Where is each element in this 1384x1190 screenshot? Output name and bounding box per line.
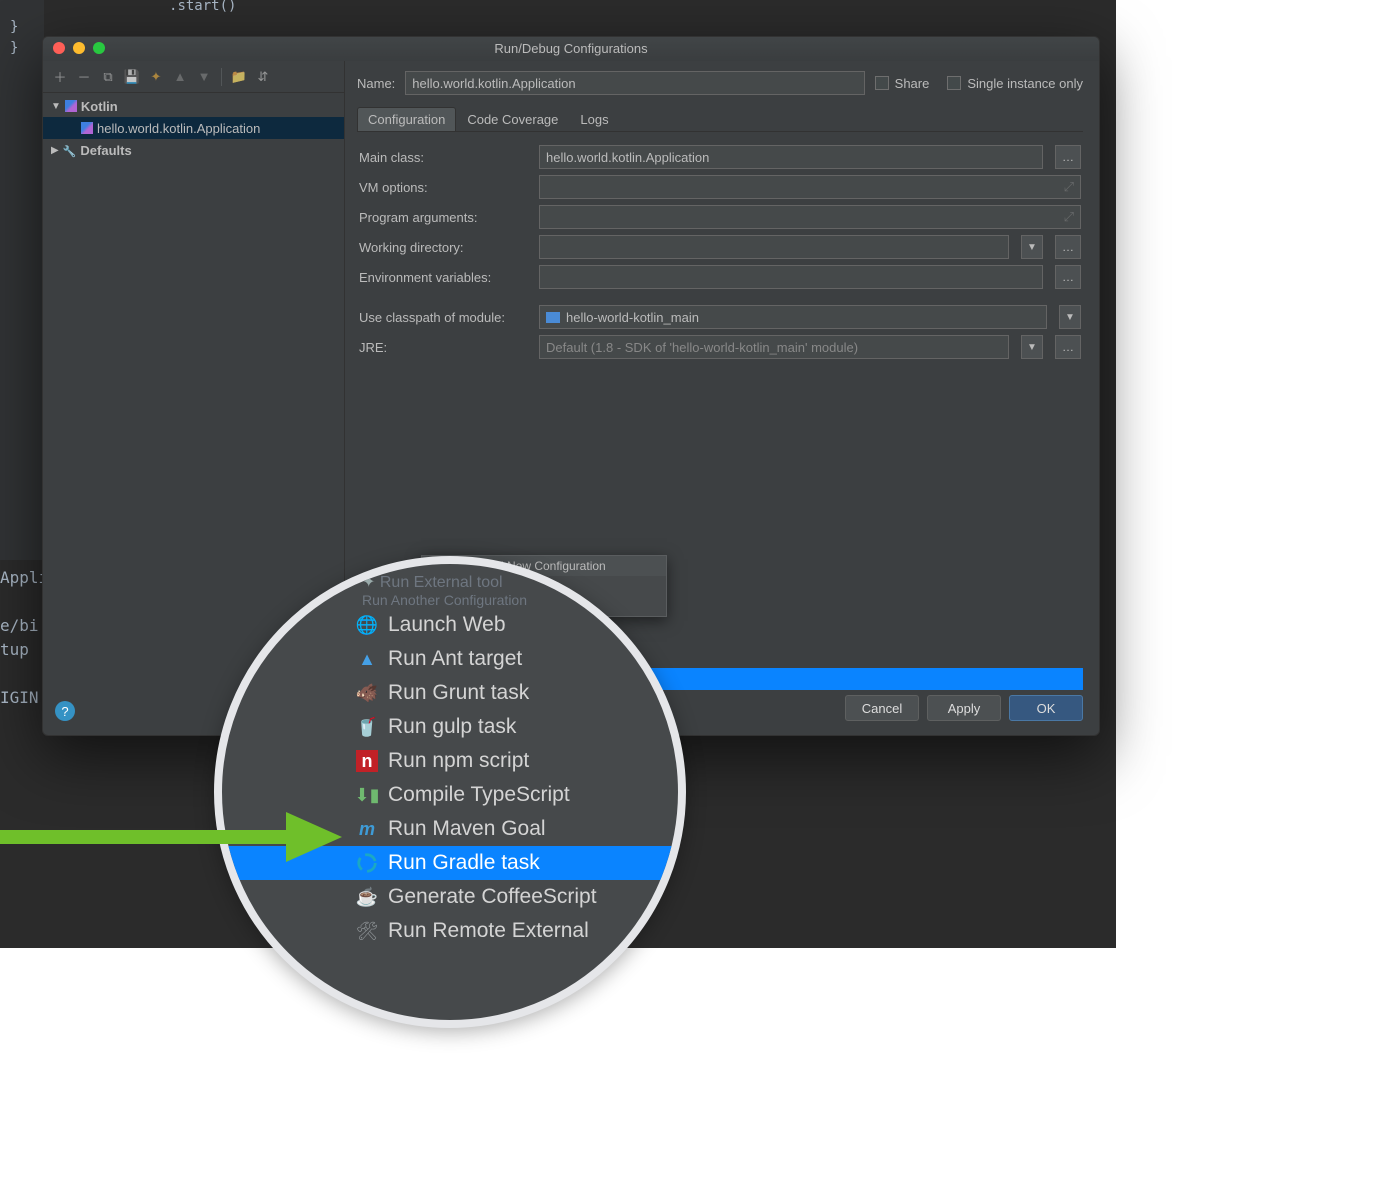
folder-icon[interactable]: 📁 bbox=[230, 68, 248, 86]
share-checkbox[interactable]: Share bbox=[875, 76, 930, 91]
main-class-input[interactable]: hello.world.kotlin.Application bbox=[539, 145, 1043, 169]
window-controls bbox=[53, 42, 105, 54]
tabs: Configuration Code Coverage Logs bbox=[357, 107, 1083, 132]
tab-code-coverage[interactable]: Code Coverage bbox=[456, 107, 569, 131]
dropdown-button[interactable]: ▼ bbox=[1021, 335, 1043, 359]
tree-item-application[interactable]: hello.world.kotlin.Application bbox=[43, 117, 344, 139]
tab-logs[interactable]: Logs bbox=[569, 107, 619, 131]
chevron-down-icon: ▼ bbox=[51, 101, 61, 112]
jre-select[interactable]: Default (1.8 - SDK of 'hello-world-kotli… bbox=[539, 335, 1009, 359]
editor-gutter bbox=[0, 0, 44, 560]
dropdown-button[interactable]: ▼ bbox=[1059, 305, 1081, 329]
expand-icon[interactable]: ⤢ bbox=[1064, 179, 1074, 195]
single-instance-checkbox[interactable]: Single instance only bbox=[947, 76, 1083, 91]
vm-options-label: VM options: bbox=[359, 180, 527, 195]
copy-icon[interactable]: ⧉ bbox=[99, 68, 117, 86]
name-input[interactable] bbox=[405, 71, 864, 95]
add-icon[interactable]: ＋ bbox=[51, 68, 69, 86]
tree-defaults-group[interactable]: ▶ Defaults bbox=[43, 139, 344, 161]
tab-configuration[interactable]: Configuration bbox=[357, 107, 456, 131]
module-icon bbox=[546, 312, 560, 323]
kotlin-icon bbox=[65, 100, 77, 112]
maximize-icon[interactable] bbox=[93, 42, 105, 54]
lens-item-ts[interactable]: ⬇▮Compile TypeScript bbox=[222, 778, 678, 812]
tree-group-label: Kotlin bbox=[81, 99, 118, 114]
tree-item-label: hello.world.kotlin.Application bbox=[97, 121, 260, 136]
cancel-button[interactable]: Cancel bbox=[845, 695, 919, 721]
ok-button[interactable]: OK bbox=[1009, 695, 1083, 721]
sidebar-toolbar: ＋ － ⧉ 💾 ✦ ▲ ▼ 📁 ⇵ bbox=[43, 61, 344, 93]
working-dir-label: Working directory: bbox=[359, 240, 527, 255]
save-icon[interactable]: 💾 bbox=[123, 68, 141, 86]
env-vars-label: Environment variables: bbox=[359, 270, 527, 285]
program-args-input[interactable]: ⤢ bbox=[539, 205, 1081, 229]
chevron-right-icon: ▶ bbox=[51, 145, 59, 156]
up-icon[interactable]: ▲ bbox=[171, 68, 189, 86]
down-icon[interactable]: ▼ bbox=[195, 68, 213, 86]
code-fragment: .start() }} bbox=[110, 0, 236, 17]
lens-item-coffee[interactable]: ☕Generate CoffeeScript bbox=[222, 880, 678, 914]
lens-item-npm[interactable]: nRun npm script bbox=[222, 744, 678, 778]
main-class-label: Main class: bbox=[359, 150, 527, 165]
working-dir-input[interactable] bbox=[539, 235, 1009, 259]
expand-icon[interactable]: ⤢ bbox=[1064, 209, 1074, 225]
tree-kotlin-group[interactable]: ▼ Kotlin bbox=[43, 95, 344, 117]
dropdown-button[interactable]: ▼ bbox=[1021, 235, 1043, 259]
browse-button[interactable]: … bbox=[1055, 145, 1081, 169]
vm-options-input[interactable]: ⤢ bbox=[539, 175, 1081, 199]
tree-group-label: Defaults bbox=[80, 143, 131, 158]
dialog-title: Run/Debug Configurations bbox=[494, 41, 647, 56]
magnifier-lens: Add New Configuration ✦ Run External too… bbox=[214, 556, 686, 1028]
classpath-label: Use classpath of module: bbox=[359, 310, 527, 325]
browse-button[interactable]: … bbox=[1055, 265, 1081, 289]
wrench-settings-icon[interactable]: ✦ bbox=[147, 68, 165, 86]
help-button[interactable]: ? bbox=[55, 701, 75, 721]
minimize-icon[interactable] bbox=[73, 42, 85, 54]
lens-item[interactable]: ✦ Run External tool bbox=[222, 572, 678, 592]
lens-item-grunt[interactable]: 🐗Run Grunt task bbox=[222, 676, 678, 710]
lens-item-remote[interactable]: 🛠Run Remote External bbox=[222, 914, 678, 948]
jre-label: JRE: bbox=[359, 340, 527, 355]
lens-item-globe[interactable]: 🌐Launch Web bbox=[222, 608, 678, 642]
kotlin-icon bbox=[81, 122, 93, 134]
name-label: Name: bbox=[357, 76, 395, 91]
lens-item[interactable]: Run Another Configuration bbox=[222, 592, 678, 608]
browse-button[interactable]: … bbox=[1055, 335, 1081, 359]
classpath-select[interactable]: hello-world-kotlin_main bbox=[539, 305, 1047, 329]
callout-arrow bbox=[0, 812, 350, 860]
dialog-titlebar[interactable]: Run/Debug Configurations bbox=[43, 37, 1099, 61]
apply-button[interactable]: Apply bbox=[927, 695, 1001, 721]
collapse-icon[interactable]: ⇵ bbox=[254, 68, 272, 86]
program-args-label: Program arguments: bbox=[359, 210, 527, 225]
wrench-icon bbox=[63, 143, 77, 158]
lens-item-ant[interactable]: ▲Run Ant target bbox=[222, 642, 678, 676]
remove-icon[interactable]: － bbox=[75, 68, 93, 86]
browse-button[interactable]: … bbox=[1055, 235, 1081, 259]
env-vars-input[interactable] bbox=[539, 265, 1043, 289]
lens-item-gulp[interactable]: 🥤Run gulp task bbox=[222, 710, 678, 744]
close-icon[interactable] bbox=[53, 42, 65, 54]
